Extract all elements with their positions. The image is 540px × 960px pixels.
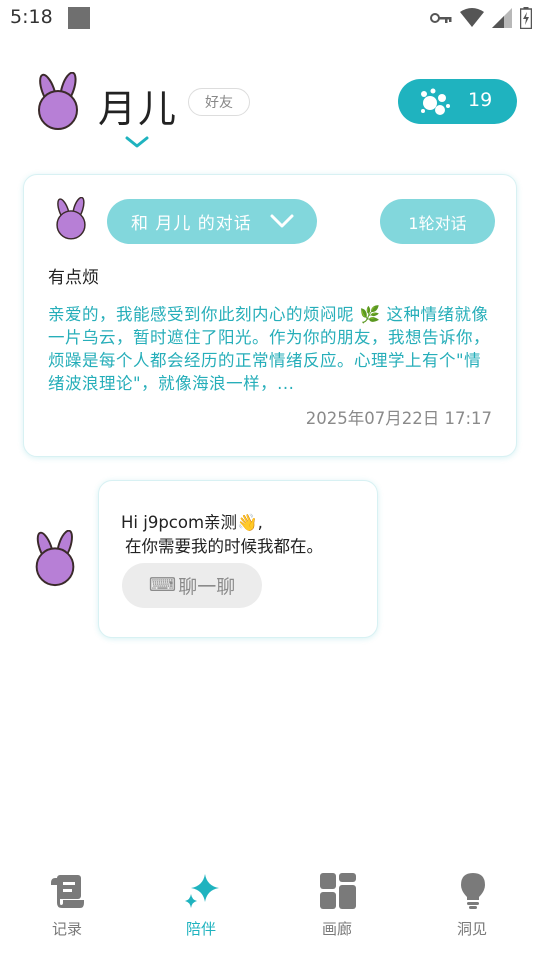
rounds-badge[interactable]: 1轮对话 [380, 199, 495, 244]
relation-badge: 好友 [188, 88, 250, 116]
sparkle-icon [185, 874, 219, 908]
gallery-icon [320, 873, 356, 909]
nav-item-records[interactable]: 记录 [17, 860, 117, 950]
ai-message: 亲爱的，我能感受到你此刻内心的烦闷呢 🌿 这种情绪就像一片乌云，暂时遮住了阳光。… [48, 305, 490, 393]
avatar [35, 530, 75, 587]
notification-icon [68, 7, 90, 29]
bulb-icon [461, 873, 485, 909]
chat-button[interactable]: ⌨ 聊一聊 [122, 563, 262, 608]
key-icon [430, 13, 452, 23]
points-button[interactable]: 19 [398, 79, 517, 124]
status-bar: 5:18 [0, 0, 540, 36]
conversation-date: 2025年07月22日 17:17 [305, 409, 492, 428]
conversation-card[interactable]: 和 月儿 的对话 1轮对话 有点烦 亲爱的，我能感受到你此刻内心的烦闷呢 🌿 这… [23, 174, 517, 457]
nav-item-gallery[interactable]: 画廊 [287, 860, 387, 950]
companion-name[interactable]: 月儿 [98, 78, 178, 133]
conversation-selector[interactable]: 和 月儿 的对话 [107, 199, 317, 244]
avatar [56, 197, 86, 240]
nav-label: 记录 [51, 920, 82, 938]
nav-label: 洞见 [456, 920, 487, 938]
status-icons [430, 7, 532, 29]
chevron-down-icon[interactable] [124, 134, 150, 150]
nav-label: 画廊 [321, 920, 352, 938]
chevron-down-icon [270, 214, 294, 228]
scroll-icon [51, 875, 84, 908]
nav-label: 陪伴 [185, 920, 216, 938]
nav-item-insights[interactable]: 洞见 [422, 860, 522, 950]
greeting-line-1: Hi j9pcom亲测👋, [121, 513, 263, 532]
bubbles-icon [421, 88, 450, 115]
battery-icon [520, 7, 532, 29]
status-time: 5:18 [10, 6, 53, 28]
keyboard-icon: ⌨ [148, 575, 177, 596]
points-count: 19 [468, 89, 493, 111]
conversation-selector-label: 和 月儿 的对话 [131, 214, 252, 234]
avatar[interactable] [28, 72, 88, 132]
bottom-nav: 记录 陪伴 画廊 洞见 [0, 860, 540, 960]
greeting-line-2: 在你需要我的时候我都在。 [125, 537, 323, 556]
greeting-card: Hi j9pcom亲测👋, 在你需要我的时候我都在。 ⌨ 聊一聊 [98, 480, 378, 638]
signal-icon [492, 8, 512, 28]
nav-item-companion[interactable]: 陪伴 [151, 860, 251, 950]
chat-button-label: 聊一聊 [178, 577, 236, 598]
wifi-icon [460, 8, 484, 27]
user-message: 有点烦 [48, 268, 99, 288]
